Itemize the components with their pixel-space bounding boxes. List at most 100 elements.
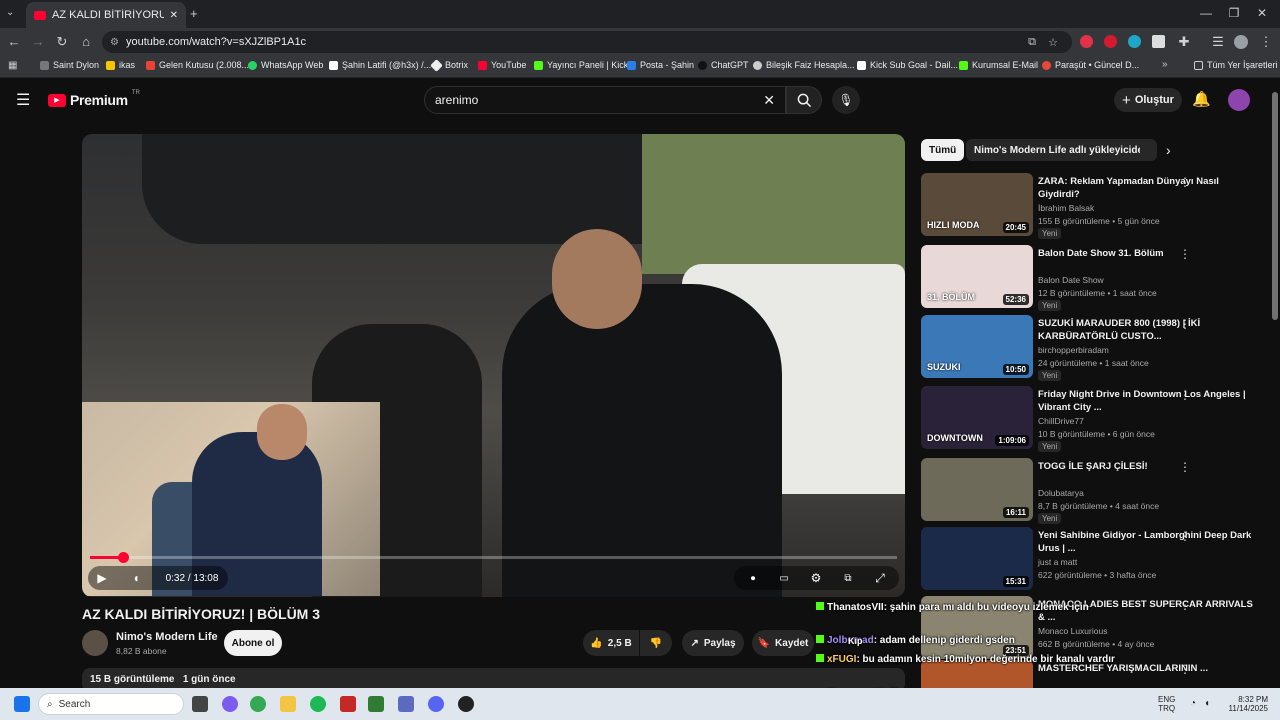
app-green-icon[interactable]	[368, 696, 384, 712]
subtitles-button[interactable]: ▭	[772, 566, 796, 590]
bookmark-item[interactable]: ikas	[106, 60, 135, 70]
share-button[interactable]: ↗ Paylaş	[682, 630, 744, 656]
recommendation-item[interactable]: HIZLI MODA 20:45 ZARA: Reklam Yapmadan Dün…	[921, 173, 1266, 239]
file-explorer-icon[interactable]	[280, 696, 296, 712]
wifi-icon[interactable]: ◔	[1190, 698, 1196, 709]
video-progress-bar[interactable]	[90, 552, 897, 563]
bookmark-item[interactable]: WhatsApp Web	[248, 60, 323, 70]
recommendation-title[interactable]: Balon Date Show 31. Bölüm	[1038, 247, 1258, 260]
recommendation-item[interactable]: DOWNTOWN 1:09:06 Friday Night Drive in Dow…	[921, 386, 1266, 452]
bookmark-item[interactable]: Kick Sub Goal - Dail...	[857, 60, 958, 70]
more-options-icon[interactable]: ⋮	[1179, 662, 1191, 676]
bookmark-item[interactable]: YouTube	[478, 60, 526, 70]
bookmark-item[interactable]: Kurumsal E-Mail	[959, 60, 1038, 70]
chip-from-uploader[interactable]: Nimo's Modern Life adlı yükleyiciden	[966, 139, 1158, 161]
like-button[interactable]: 👍 2,5 B	[583, 630, 639, 656]
recommendation-item[interactable]: SUZUKI 10:50 SUZUKİ MARAUDER 800 (1998) | …	[921, 315, 1266, 381]
task-view-icon[interactable]	[192, 696, 208, 712]
video-thumbnail[interactable]: DOWNTOWN 1:09:06	[921, 386, 1033, 449]
taskbar-search[interactable]: ⌕ Search	[38, 693, 184, 715]
recommendation-title[interactable]: SUZUKİ MARAUDER 800 (1998) | İKİ KARBÜRA…	[1038, 317, 1258, 343]
bookmark-item[interactable]: Yayıncı Paneli | Kick	[534, 60, 628, 70]
notifications-bell-icon[interactable]: 🔔	[1192, 90, 1211, 108]
chip-partial[interactable]	[1140, 139, 1154, 161]
bookmark-item[interactable]: Gelen Kutusu (2.008...	[146, 60, 249, 70]
address-bar[interactable]: ⚙ youtube.com/watch?v=sXJZlBP1A1c ⧉ ☆	[102, 31, 1072, 53]
more-options-icon[interactable]: ⋮	[1179, 317, 1191, 331]
recommendation-item[interactable]: 16:11 TOGG İLE ŞARJ ÇİLESİ! Dolubatarya 8,7…	[921, 458, 1266, 524]
channel-avatar[interactable]	[82, 630, 108, 656]
chips-next-icon[interactable]: ›	[1166, 142, 1171, 158]
recommendation-channel[interactable]: ChillDrive77	[1038, 416, 1084, 426]
bookmark-item[interactable]: Saint Dylon	[40, 60, 99, 70]
video-thumbnail[interactable]: HIZLI MODA 20:45	[921, 173, 1033, 236]
more-options-icon[interactable]: ⋮	[1179, 388, 1191, 402]
more-bookmarks-icon[interactable]: »	[1162, 59, 1168, 70]
apps-grid-icon[interactable]: ▦	[8, 60, 17, 71]
extension-2-icon[interactable]	[1104, 35, 1117, 48]
more-options-icon[interactable]: ⋮	[1179, 460, 1191, 474]
all-bookmarks[interactable]: Tüm Yer İşaretleri	[1194, 60, 1278, 70]
extension-4-icon[interactable]	[1152, 35, 1165, 48]
account-avatar[interactable]	[1228, 89, 1250, 111]
bookmark-item[interactable]: Paraşüt • Güncel D...	[1042, 60, 1139, 70]
bookmark-item[interactable]: Posta - Şahin	[627, 60, 694, 70]
clear-search-icon[interactable]: ✕	[763, 92, 775, 109]
recommendation-item[interactable]: 31. BÖLÜM 52:36 Balon Date Show 31. Bölüm B…	[921, 245, 1266, 311]
bookmark-item[interactable]: Botrix	[430, 58, 468, 72]
video-thumbnail[interactable]: 15:31	[921, 527, 1033, 590]
more-options-icon[interactable]: ⋮	[1179, 247, 1191, 261]
video-player[interactable]: ▶ ◖ 0:32 / 13:08 ⏺ ▭ ⚙ ⧉ ⤢	[82, 134, 905, 597]
restore-icon[interactable]: ❐	[1224, 6, 1244, 20]
reading-list-icon[interactable]: ☰	[1210, 34, 1226, 50]
clip-button[interactable]: Kip	[848, 636, 863, 646]
more-options-icon[interactable]: ⋮	[1179, 529, 1191, 543]
chrome-menu-icon[interactable]: ⋮	[1258, 34, 1274, 50]
search-input[interactable]: arenimo ✕	[424, 86, 786, 114]
obs-icon[interactable]	[458, 696, 474, 712]
install-app-icon[interactable]: ⧉	[1028, 36, 1036, 49]
recommendation-title[interactable]: ZARA: Reklam Yapmadan Dünyayı Nasıl Giyd…	[1038, 175, 1258, 201]
video-thumbnail[interactable]: SUZUKI 10:50	[921, 315, 1033, 378]
input-language[interactable]: ENG TRQ	[1158, 695, 1175, 713]
clock[interactable]: 8:32 PM 11/14/2025	[1222, 695, 1268, 713]
browser-tab[interactable]: AZ KALDI BİTİRİYORUZ! | BÖLÜM 3 ✕	[26, 2, 186, 28]
settings-button[interactable]: ⚙	[804, 566, 828, 590]
recommendation-channel[interactable]: just a matt	[1038, 557, 1077, 567]
search-button[interactable]	[786, 86, 822, 114]
mute-button[interactable]: ◖	[124, 566, 148, 590]
scrubber-handle[interactable]	[118, 552, 129, 563]
autoplay-toggle[interactable]: ⏺	[740, 566, 766, 590]
more-options-icon[interactable]: ⋮	[1179, 598, 1191, 612]
extension-1-icon[interactable]	[1080, 35, 1093, 48]
play-button[interactable]: ▶	[90, 566, 114, 590]
volume-tray-icon[interactable]: ◖	[1204, 698, 1210, 709]
chrome-taskbar-icon[interactable]	[250, 696, 266, 712]
back-icon[interactable]: ←	[6, 34, 22, 49]
app-gear-icon[interactable]	[398, 696, 414, 712]
recommendation-title[interactable]: Friday Night Drive in Downtown Los Angel…	[1038, 388, 1258, 414]
recommendation-item[interactable]: 15:31 Yeni Sahibine Gidiyor - Lamborghini…	[921, 527, 1266, 593]
dislike-button[interactable]: 👎	[640, 630, 672, 656]
hamburger-menu-icon[interactable]: ☰	[16, 90, 30, 110]
home-icon[interactable]: ⌂	[78, 34, 94, 49]
site-info-icon[interactable]: ⚙	[110, 37, 119, 48]
app-red-icon[interactable]	[340, 696, 356, 712]
recommendation-channel[interactable]: Dolubatarya	[1038, 488, 1084, 498]
page-scrollbar[interactable]	[1272, 92, 1278, 320]
tab-search-icon[interactable]: ⌄	[6, 7, 14, 18]
bookmark-item[interactable]: ChatGPT	[698, 60, 749, 70]
fullscreen-button[interactable]: ⤢	[868, 566, 892, 590]
video-thumbnail[interactable]: 16:11	[921, 458, 1033, 521]
create-button[interactable]: + Oluştur	[1114, 88, 1182, 112]
video-thumbnail[interactable]: 31. BÖLÜM 52:36	[921, 245, 1033, 308]
recommendation-title[interactable]: Yeni Sahibine Gidiyor - Lamborghini Deep…	[1038, 529, 1258, 555]
bookmark-star-icon[interactable]: ☆	[1048, 36, 1058, 49]
miniplayer-button[interactable]: ⧉	[836, 566, 860, 590]
discord-icon[interactable]	[428, 696, 444, 712]
reload-icon[interactable]: ↻	[54, 34, 70, 50]
more-options-icon[interactable]: ⋮	[1179, 175, 1191, 189]
copilot-icon[interactable]	[222, 696, 238, 712]
profile-avatar[interactable]	[1234, 35, 1248, 49]
bookmark-item[interactable]: Şahin Latifi (@h3x) /...	[329, 60, 431, 70]
